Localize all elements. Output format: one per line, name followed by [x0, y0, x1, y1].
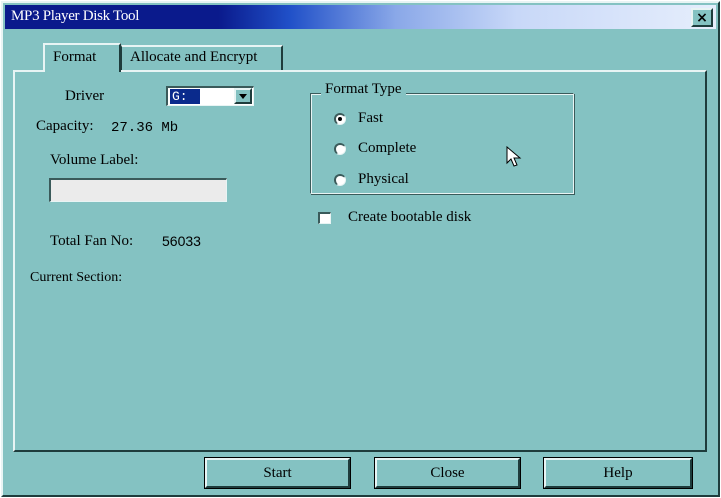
driver-dropdown-button[interactable]	[234, 88, 252, 104]
current-section-label: Current Section:	[30, 270, 123, 285]
help-button-label: Help	[603, 465, 633, 481]
radio-physical-label: Physical	[358, 171, 409, 187]
radio-complete[interactable]: Complete	[334, 140, 416, 157]
radio-physical-button[interactable]	[334, 173, 346, 186]
total-fan-value: 56033	[162, 233, 201, 249]
radio-complete-button[interactable]	[334, 142, 346, 155]
radio-fast-label: Fast	[358, 110, 384, 126]
close-icon: ×	[696, 9, 708, 26]
create-bootable-label: Create bootable disk	[348, 209, 472, 225]
driver-selected-value: G:	[170, 89, 200, 104]
window-title: MP3 Player Disk Tool	[11, 8, 140, 24]
tab-format[interactable]: Format	[43, 43, 121, 72]
create-bootable-checkbox[interactable]	[318, 211, 331, 224]
title-bar[interactable]: MP3 Player Disk Tool ×	[5, 5, 716, 29]
driver-select[interactable]: G:	[166, 86, 254, 106]
help-button[interactable]: Help	[544, 458, 692, 488]
start-button-label: Start	[263, 465, 292, 481]
chevron-down-icon	[239, 93, 247, 99]
radio-complete-label: Complete	[358, 140, 417, 156]
driver-label: Driver	[65, 88, 105, 104]
volume-label-input[interactable]	[49, 178, 227, 202]
create-bootable-checkbox-row[interactable]: Create bootable disk	[318, 209, 471, 226]
radio-fast[interactable]: Fast	[334, 110, 383, 127]
volume-label-label: Volume Label:	[50, 152, 139, 168]
close-button-label: Close	[430, 465, 465, 481]
format-type-title: Format Type	[321, 81, 406, 98]
total-fan-label: Total Fan No:	[50, 233, 134, 249]
radio-fast-button[interactable]	[334, 112, 346, 125]
tab-format-label: Format	[53, 49, 97, 65]
mouse-pointer-icon	[506, 146, 522, 167]
close-button[interactable]: Close	[375, 458, 520, 488]
capacity-label: Capacity:	[36, 118, 94, 134]
radio-physical[interactable]: Physical	[334, 171, 409, 188]
capacity-value: 27.36 Mb	[111, 120, 179, 136]
tab-allocate-label: Allocate and Encrypt	[130, 49, 258, 65]
start-button[interactable]: Start	[205, 458, 350, 488]
close-window-button[interactable]: ×	[691, 8, 713, 27]
tab-allocate-and-encrypt[interactable]: Allocate and Encrypt	[121, 45, 283, 70]
